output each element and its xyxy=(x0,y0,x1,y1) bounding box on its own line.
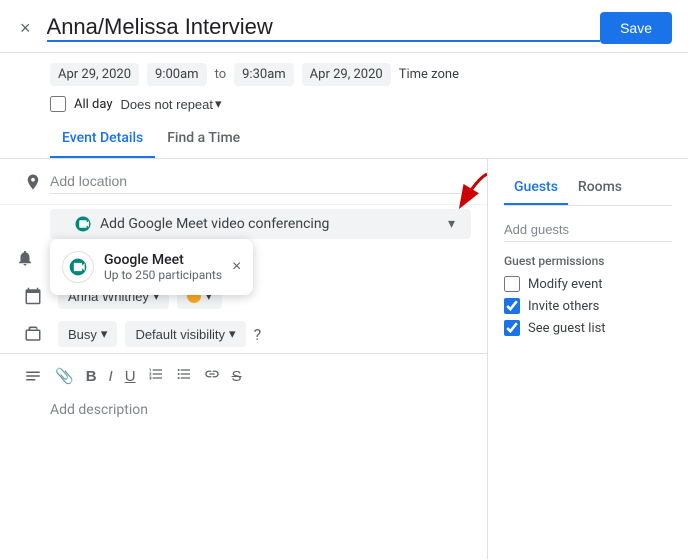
tab-find-time[interactable]: Find a Time xyxy=(155,120,252,158)
link-button[interactable] xyxy=(199,362,225,390)
description-area[interactable]: Add description xyxy=(0,394,487,454)
gmeet-subtitle: Up to 250 participants xyxy=(104,268,222,282)
busy-arrow-icon: ▾ xyxy=(101,326,108,342)
italic-button[interactable]: I xyxy=(104,364,118,389)
location-field-row xyxy=(0,159,487,205)
unordered-list-button[interactable] xyxy=(171,362,197,390)
visibility-arrow-icon: ▾ xyxy=(229,326,236,342)
add-guests-input[interactable] xyxy=(504,218,672,242)
location-icon xyxy=(16,173,50,191)
meet-row[interactable]: Add Google Meet video conferencing ▾ xyxy=(50,209,471,239)
attach-button[interactable]: 📎 xyxy=(50,363,79,389)
left-panel: Add Google Meet video conferencing ▾ G xyxy=(0,159,488,559)
bold-button[interactable]: B xyxy=(81,364,102,389)
gmeet-name: Google Meet xyxy=(104,252,222,268)
allday-row: All day Does not repeat ▾ xyxy=(0,92,688,120)
timezone-link[interactable]: Time zone xyxy=(399,67,459,82)
help-icon[interactable]: ? xyxy=(254,325,262,344)
popup-close-button[interactable]: × xyxy=(232,258,241,276)
perm-see-guest-list-label: See guest list xyxy=(528,321,606,336)
meet-dropdown-arrow-icon: ▾ xyxy=(448,216,455,232)
right-tabs: Guests Rooms xyxy=(504,171,672,206)
top-bar: × Save xyxy=(0,0,688,53)
meet-icon xyxy=(66,215,100,233)
allday-checkbox[interactable] xyxy=(50,96,66,112)
calendar-icon xyxy=(16,287,50,305)
meet-dropdown-popup: Google Meet Up to 250 participants × xyxy=(50,239,253,295)
end-time-chip[interactable]: 9:30am xyxy=(234,63,294,86)
event-tabs: Event Details Find a Time xyxy=(0,120,688,159)
event-title-input[interactable] xyxy=(47,14,601,42)
editor-toolbar: 📎 B I U S xyxy=(50,358,471,394)
tab-event-details[interactable]: Event Details xyxy=(50,120,155,158)
perm-invite-others: Invite others xyxy=(504,298,672,314)
visibility-select[interactable]: Default visibility ▾ xyxy=(125,321,245,347)
underline-button[interactable]: U xyxy=(120,364,141,389)
start-date-chip[interactable]: Apr 29, 2020 xyxy=(50,63,139,86)
perm-modify-event: Modify event xyxy=(504,276,672,292)
perm-see-guest-list: See guest list xyxy=(504,320,672,336)
repeat-label: Does not repeat xyxy=(121,97,214,112)
to-label: to xyxy=(215,67,227,82)
editor-row: 📎 B I U S xyxy=(0,353,487,394)
ordered-list-button[interactable] xyxy=(143,362,169,390)
strikethrough-button[interactable]: S xyxy=(227,364,247,389)
description-icon xyxy=(16,367,50,385)
busy-label: Busy xyxy=(68,327,97,342)
visibility-label: Default visibility xyxy=(135,327,225,342)
repeat-select[interactable]: Does not repeat ▾ xyxy=(121,96,222,112)
repeat-arrow-icon: ▾ xyxy=(215,96,222,112)
guest-permissions-title: Guest permissions xyxy=(504,254,672,268)
start-time-chip[interactable]: 9:00am xyxy=(147,63,207,86)
right-panel: Guests Rooms Guest permissions Modify ev… xyxy=(488,159,688,559)
close-button[interactable]: × xyxy=(16,14,35,43)
perm-invite-others-label: Invite others xyxy=(528,299,599,314)
location-input[interactable] xyxy=(50,169,471,194)
meet-wrapper: Add Google Meet video conferencing ▾ G xyxy=(0,209,487,239)
briefcase-icon xyxy=(16,325,50,343)
perm-modify-event-checkbox[interactable] xyxy=(504,276,520,292)
close-icon: × xyxy=(20,18,31,39)
gmeet-popup-icon xyxy=(62,251,94,283)
allday-label: All day xyxy=(74,97,113,112)
tab-rooms[interactable]: Rooms xyxy=(568,171,632,205)
perm-modify-event-label: Modify event xyxy=(528,277,603,292)
save-button[interactable]: Save xyxy=(600,12,672,44)
gmeet-popup-info: Google Meet Up to 250 participants xyxy=(104,252,222,282)
meet-label: Add Google Meet video conferencing xyxy=(100,216,448,232)
perm-invite-others-checkbox[interactable] xyxy=(504,298,520,314)
main-content: Add Google Meet video conferencing ▾ G xyxy=(0,159,688,559)
notification-icon xyxy=(16,249,50,271)
busy-status-select[interactable]: Busy ▾ xyxy=(58,321,117,347)
date-row: Apr 29, 2020 9:00am to 9:30am Apr 29, 20… xyxy=(0,53,688,92)
end-date-chip[interactable]: Apr 29, 2020 xyxy=(302,63,391,86)
busy-row: Busy ▾ Default visibility ▾ ? xyxy=(0,315,487,353)
perm-see-guest-list-checkbox[interactable] xyxy=(504,320,520,336)
description-placeholder: Add description xyxy=(50,402,148,418)
tab-guests[interactable]: Guests xyxy=(504,171,568,205)
